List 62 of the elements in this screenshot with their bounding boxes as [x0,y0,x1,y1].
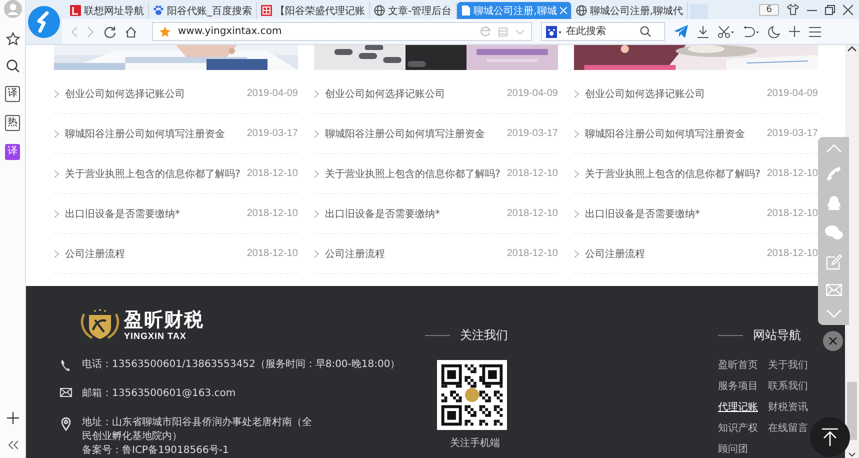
contact-text: 邮箱：13563500601@163.com [82,387,236,401]
tab-title: 联想网址导航 [84,4,144,18]
article-link[interactable]: 关于营业执照上包含的信息你都了解吗? [65,166,247,180]
translate-tool[interactable]: 译 [5,144,20,160]
section-heading: 网站导航 [753,327,801,344]
article-date: 2018-12-10 [766,168,818,179]
article-link[interactable]: 聊城阳谷注册公司如何填写注册资金 [325,126,507,140]
brand-tagline: YINGXIN TAX [124,331,188,341]
article-link[interactable]: 聊城阳谷注册公司如何填写注册资金 [585,126,767,140]
article-link[interactable]: 公司注册流程 [325,246,507,260]
translate-tool[interactable]: 译 [5,86,20,102]
article-date: 2018-12-10 [246,168,298,179]
contact-text: 地址：山东省聊城市阳谷县侨润办事处老唐村南（全民创业孵化基地院内） [82,416,312,444]
translate-tool[interactable]: 热 [5,115,20,131]
article-date: 2019-03-17 [766,128,818,139]
search-input[interactable]: 在此搜索 [566,26,636,37]
article-date: 2019-03-17 [506,128,558,139]
article-link[interactable]: 公司注册流程 [65,246,247,260]
footer-nav-link[interactable]: 盈昕首页 [718,359,758,373]
brand-name: 盈昕财税 [124,309,204,331]
article-link[interactable]: 关于营业执照上包含的信息你都了解吗? [325,166,507,180]
article-date: 2019-04-09 [506,88,558,99]
footer-nav-link[interactable]: 顾问团 [718,443,758,457]
article-date: 2018-12-10 [246,208,298,219]
browser-tab[interactable]: 聊城公司注册,聊城 [456,2,572,19]
article-date: 2019-04-09 [246,88,298,99]
article-date: 2018-12-10 [766,208,818,219]
article-link[interactable]: 聊城阳谷注册公司如何填写注册资金 [65,126,247,140]
tab-title: 聊城公司注册,聊城 [474,4,557,18]
contact-text: 备案号：鲁ICP备19018566号-1 [82,444,229,458]
url-text: www.yingxintax.com [178,26,283,37]
section-heading: 关注我们 [460,327,508,344]
tab-title: 文章-管理后台 [388,4,452,18]
qr-caption: 关注手机端 [450,436,501,450]
search-bar[interactable]: 在此搜索 [541,22,665,41]
footer-nav-link[interactable]: 关于我们 [768,359,808,373]
article-date: 2019-03-17 [246,128,298,139]
article-link[interactable]: 创业公司如何选择记账公司 [325,86,507,100]
contact-text: 电话：13563500601/13863553452（服务时间：早8:00-晚18:00） [82,358,400,372]
footer-nav-link[interactable]: 财税资讯 [768,401,808,415]
article-link[interactable]: 出口旧设备是否需要缴纳* [325,206,507,220]
tab-title: 阳谷代账_百度搜索 [167,4,252,18]
article-date: 2018-12-10 [766,248,818,259]
footer-nav-link[interactable]: 在线留言 [768,422,808,436]
footer-nav-link[interactable]: 知识产权 [718,422,758,436]
footer-nav-link[interactable]: 联系我们 [768,380,808,394]
article-link[interactable]: 创业公司如何选择记账公司 [585,86,767,100]
tab-title: 聊城公司注册,聊城代 [590,4,683,18]
tab-count-badge[interactable]: 6 [759,4,779,16]
tab-title: 【阳谷荣盛代理记账 [275,4,365,18]
article-link[interactable]: 出口旧设备是否需要缴纳* [585,206,767,220]
article-link[interactable]: 公司注册流程 [585,246,767,260]
footer-nav-link[interactable]: 服务项目 [718,380,758,394]
article-date: 2018-12-10 [506,208,558,219]
article-link[interactable]: 创业公司如何选择记账公司 [65,86,247,100]
article-date: 2018-12-10 [506,168,558,179]
article-link[interactable]: 出口旧设备是否需要缴纳* [65,206,247,220]
article-date: 2018-12-10 [246,248,298,259]
footer-nav-link[interactable]: 代理记账 [718,401,758,415]
article-date: 2019-04-09 [766,88,818,99]
article-date: 2018-12-10 [506,248,558,259]
article-link[interactable]: 关于营业执照上包含的信息你都了解吗? [585,166,767,180]
